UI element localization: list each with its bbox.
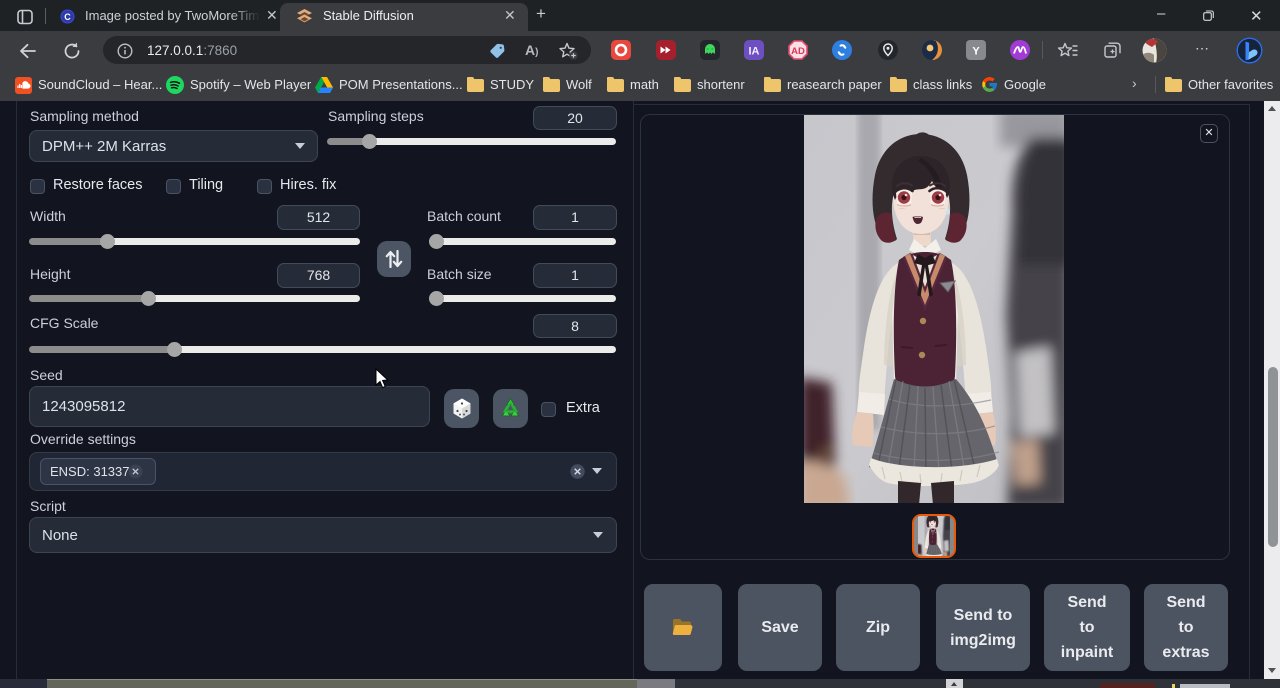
svg-text:Y: Y bbox=[972, 46, 980, 58]
svg-text:AD: AD bbox=[791, 46, 805, 57]
svg-text:C: C bbox=[64, 12, 71, 22]
svg-text:IA: IA bbox=[749, 46, 760, 58]
